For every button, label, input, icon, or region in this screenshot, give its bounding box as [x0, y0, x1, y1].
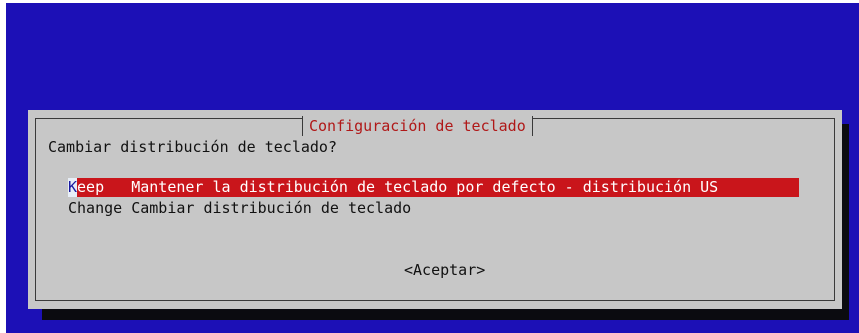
- option-change-key: Change: [68, 199, 123, 217]
- keyboard-config-dialog: Configuración de teclado Cambiar distrib…: [28, 110, 842, 309]
- option-keep-key: Keep: [68, 178, 131, 197]
- option-change[interactable]: Change Cambiar distribución de teclado: [68, 199, 411, 218]
- dialog-question: Cambiar distribución de teclado?: [48, 138, 337, 156]
- option-keep[interactable]: Keep Mantener la distribución de teclado …: [68, 178, 799, 197]
- option-keep-description: Mantener la distribución de teclado por …: [131, 178, 719, 196]
- option-change-description: Cambiar distribución de teclado: [131, 199, 412, 217]
- cursor-highlight: K: [68, 178, 78, 197]
- accept-button[interactable]: <Aceptar>: [404, 260, 485, 280]
- option-keep-key-rest: eep: [77, 178, 105, 196]
- dialog-title: Configuración de teclado: [302, 116, 533, 136]
